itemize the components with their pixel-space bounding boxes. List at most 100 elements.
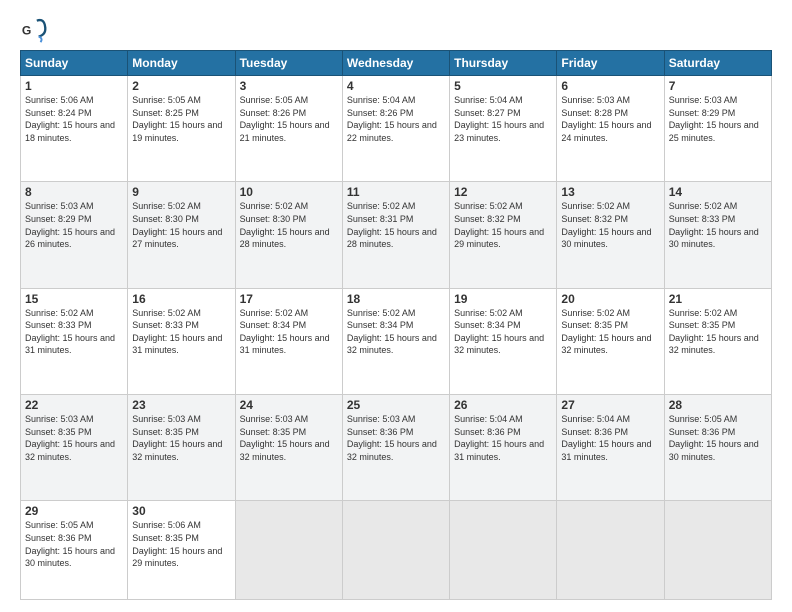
day-number: 6: [561, 79, 659, 93]
day-info: Sunrise: 5:02 AM Sunset: 8:32 PM Dayligh…: [561, 200, 659, 250]
calendar-cell: [342, 501, 449, 600]
day-number: 11: [347, 185, 445, 199]
day-number: 30: [132, 504, 230, 518]
col-wednesday: Wednesday: [342, 51, 449, 76]
day-info: Sunrise: 5:04 AM Sunset: 8:26 PM Dayligh…: [347, 94, 445, 144]
day-number: 5: [454, 79, 552, 93]
day-info: Sunrise: 5:05 AM Sunset: 8:36 PM Dayligh…: [669, 413, 767, 463]
day-info: Sunrise: 5:05 AM Sunset: 8:36 PM Dayligh…: [25, 519, 123, 569]
calendar-cell: [235, 501, 342, 600]
calendar-cell: [664, 501, 771, 600]
calendar-cell: 30 Sunrise: 5:06 AM Sunset: 8:35 PM Dayl…: [128, 501, 235, 600]
day-number: 7: [669, 79, 767, 93]
col-friday: Friday: [557, 51, 664, 76]
day-info: Sunrise: 5:04 AM Sunset: 8:36 PM Dayligh…: [561, 413, 659, 463]
day-info: Sunrise: 5:04 AM Sunset: 8:36 PM Dayligh…: [454, 413, 552, 463]
calendar-cell: 15 Sunrise: 5:02 AM Sunset: 8:33 PM Dayl…: [21, 288, 128, 394]
calendar-cell: 12 Sunrise: 5:02 AM Sunset: 8:32 PM Dayl…: [450, 182, 557, 288]
calendar-cell: 17 Sunrise: 5:02 AM Sunset: 8:34 PM Dayl…: [235, 288, 342, 394]
day-info: Sunrise: 5:02 AM Sunset: 8:30 PM Dayligh…: [240, 200, 338, 250]
calendar-table: Sunday Monday Tuesday Wednesday Thursday…: [20, 50, 772, 600]
calendar-cell: 14 Sunrise: 5:02 AM Sunset: 8:33 PM Dayl…: [664, 182, 771, 288]
day-info: Sunrise: 5:05 AM Sunset: 8:26 PM Dayligh…: [240, 94, 338, 144]
day-number: 28: [669, 398, 767, 412]
calendar-cell: 24 Sunrise: 5:03 AM Sunset: 8:35 PM Dayl…: [235, 394, 342, 500]
calendar-cell: 19 Sunrise: 5:02 AM Sunset: 8:34 PM Dayl…: [450, 288, 557, 394]
calendar-cell: 22 Sunrise: 5:03 AM Sunset: 8:35 PM Dayl…: [21, 394, 128, 500]
day-number: 24: [240, 398, 338, 412]
logo-icon: G: [20, 16, 48, 44]
calendar-cell: 27 Sunrise: 5:04 AM Sunset: 8:36 PM Dayl…: [557, 394, 664, 500]
day-number: 22: [25, 398, 123, 412]
day-info: Sunrise: 5:03 AM Sunset: 8:36 PM Dayligh…: [347, 413, 445, 463]
day-info: Sunrise: 5:02 AM Sunset: 8:31 PM Dayligh…: [347, 200, 445, 250]
calendar-cell: 8 Sunrise: 5:03 AM Sunset: 8:29 PM Dayli…: [21, 182, 128, 288]
calendar-cell: 26 Sunrise: 5:04 AM Sunset: 8:36 PM Dayl…: [450, 394, 557, 500]
calendar-cell: 1 Sunrise: 5:06 AM Sunset: 8:24 PM Dayli…: [21, 76, 128, 182]
col-thursday: Thursday: [450, 51, 557, 76]
day-info: Sunrise: 5:03 AM Sunset: 8:29 PM Dayligh…: [25, 200, 123, 250]
calendar-cell: 25 Sunrise: 5:03 AM Sunset: 8:36 PM Dayl…: [342, 394, 449, 500]
day-info: Sunrise: 5:03 AM Sunset: 8:35 PM Dayligh…: [25, 413, 123, 463]
calendar-cell: 29 Sunrise: 5:05 AM Sunset: 8:36 PM Dayl…: [21, 501, 128, 600]
calendar-cell: 28 Sunrise: 5:05 AM Sunset: 8:36 PM Dayl…: [664, 394, 771, 500]
svg-text:G: G: [22, 24, 31, 38]
day-number: 10: [240, 185, 338, 199]
day-info: Sunrise: 5:02 AM Sunset: 8:32 PM Dayligh…: [454, 200, 552, 250]
calendar-cell: 13 Sunrise: 5:02 AM Sunset: 8:32 PM Dayl…: [557, 182, 664, 288]
day-info: Sunrise: 5:03 AM Sunset: 8:35 PM Dayligh…: [132, 413, 230, 463]
day-number: 17: [240, 292, 338, 306]
calendar-cell: 20 Sunrise: 5:02 AM Sunset: 8:35 PM Dayl…: [557, 288, 664, 394]
calendar-cell: 11 Sunrise: 5:02 AM Sunset: 8:31 PM Dayl…: [342, 182, 449, 288]
day-info: Sunrise: 5:02 AM Sunset: 8:30 PM Dayligh…: [132, 200, 230, 250]
day-number: 13: [561, 185, 659, 199]
calendar-cell: 23 Sunrise: 5:03 AM Sunset: 8:35 PM Dayl…: [128, 394, 235, 500]
calendar-cell: 18 Sunrise: 5:02 AM Sunset: 8:34 PM Dayl…: [342, 288, 449, 394]
day-number: 27: [561, 398, 659, 412]
day-info: Sunrise: 5:03 AM Sunset: 8:29 PM Dayligh…: [669, 94, 767, 144]
day-info: Sunrise: 5:02 AM Sunset: 8:35 PM Dayligh…: [561, 307, 659, 357]
calendar-cell: 4 Sunrise: 5:04 AM Sunset: 8:26 PM Dayli…: [342, 76, 449, 182]
day-number: 29: [25, 504, 123, 518]
col-sunday: Sunday: [21, 51, 128, 76]
day-info: Sunrise: 5:03 AM Sunset: 8:28 PM Dayligh…: [561, 94, 659, 144]
day-number: 12: [454, 185, 552, 199]
header: G: [20, 16, 772, 44]
calendar-cell: 21 Sunrise: 5:02 AM Sunset: 8:35 PM Dayl…: [664, 288, 771, 394]
day-number: 19: [454, 292, 552, 306]
page: G Sunday Monday Tuesday Wednesday Thursd…: [0, 0, 792, 612]
day-number: 3: [240, 79, 338, 93]
day-info: Sunrise: 5:02 AM Sunset: 8:33 PM Dayligh…: [25, 307, 123, 357]
day-number: 21: [669, 292, 767, 306]
col-tuesday: Tuesday: [235, 51, 342, 76]
day-number: 14: [669, 185, 767, 199]
day-info: Sunrise: 5:05 AM Sunset: 8:25 PM Dayligh…: [132, 94, 230, 144]
day-number: 15: [25, 292, 123, 306]
calendar-cell: 16 Sunrise: 5:02 AM Sunset: 8:33 PM Dayl…: [128, 288, 235, 394]
day-number: 26: [454, 398, 552, 412]
day-info: Sunrise: 5:02 AM Sunset: 8:33 PM Dayligh…: [132, 307, 230, 357]
calendar-cell: 10 Sunrise: 5:02 AM Sunset: 8:30 PM Dayl…: [235, 182, 342, 288]
day-number: 20: [561, 292, 659, 306]
day-number: 1: [25, 79, 123, 93]
col-saturday: Saturday: [664, 51, 771, 76]
day-number: 23: [132, 398, 230, 412]
day-number: 9: [132, 185, 230, 199]
day-info: Sunrise: 5:06 AM Sunset: 8:24 PM Dayligh…: [25, 94, 123, 144]
calendar-cell: 5 Sunrise: 5:04 AM Sunset: 8:27 PM Dayli…: [450, 76, 557, 182]
calendar-cell: [557, 501, 664, 600]
day-info: Sunrise: 5:04 AM Sunset: 8:27 PM Dayligh…: [454, 94, 552, 144]
col-monday: Monday: [128, 51, 235, 76]
day-number: 8: [25, 185, 123, 199]
day-number: 25: [347, 398, 445, 412]
day-info: Sunrise: 5:02 AM Sunset: 8:33 PM Dayligh…: [669, 200, 767, 250]
calendar-cell: 3 Sunrise: 5:05 AM Sunset: 8:26 PM Dayli…: [235, 76, 342, 182]
day-info: Sunrise: 5:03 AM Sunset: 8:35 PM Dayligh…: [240, 413, 338, 463]
calendar-cell: 7 Sunrise: 5:03 AM Sunset: 8:29 PM Dayli…: [664, 76, 771, 182]
day-info: Sunrise: 5:02 AM Sunset: 8:34 PM Dayligh…: [240, 307, 338, 357]
calendar-cell: [450, 501, 557, 600]
day-number: 16: [132, 292, 230, 306]
day-info: Sunrise: 5:06 AM Sunset: 8:35 PM Dayligh…: [132, 519, 230, 569]
day-info: Sunrise: 5:02 AM Sunset: 8:34 PM Dayligh…: [454, 307, 552, 357]
calendar-cell: 2 Sunrise: 5:05 AM Sunset: 8:25 PM Dayli…: [128, 76, 235, 182]
